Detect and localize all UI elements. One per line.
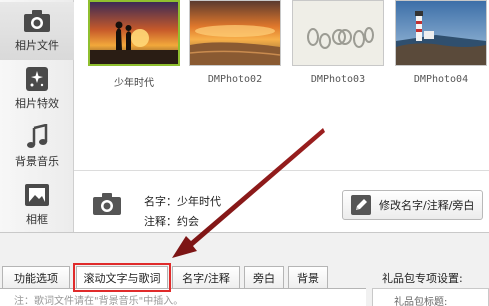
- rings-image: [293, 1, 383, 65]
- tab-name-note[interactable]: 名字/注释: [172, 266, 240, 288]
- tab-label: 功能选项: [14, 271, 58, 285]
- sidebar-item-label: 相片文件: [15, 39, 59, 52]
- pencil-icon: [351, 195, 371, 215]
- photo-item[interactable]: DMPhoto03: [292, 0, 384, 85]
- photo-thumbnail: [189, 0, 281, 66]
- lyrics-hint-text: 注：歌词文件请在"背景音乐"中插入。: [14, 296, 184, 306]
- tab-label: 旁白: [253, 271, 275, 285]
- photo-thumbnail: [88, 0, 180, 66]
- photo-name-line: 名字：少年时代: [144, 195, 221, 208]
- photo-item[interactable]: 少年时代: [88, 0, 180, 89]
- sidebar-item-background-music[interactable]: 背景音乐: [0, 118, 74, 176]
- tab-content-panel: 注：歌词文件请在"背景音乐"中插入。: [0, 288, 366, 306]
- tab-label: 背景: [297, 271, 319, 285]
- photo-name: DMPhoto04: [413, 74, 469, 85]
- tab-function-options[interactable]: 功能选项: [2, 266, 70, 288]
- photo-item[interactable]: DMPhoto04: [395, 0, 487, 85]
- photo-name: DMPhoto02: [207, 74, 263, 85]
- tab-narration[interactable]: 旁白: [244, 266, 284, 288]
- sidebar-item-photo-files[interactable]: 相片文件: [0, 2, 74, 60]
- sunset-silhouette-image: [90, 2, 178, 64]
- photo-thumbnail: [292, 0, 384, 66]
- sidebar-item-label: 相片特效: [15, 97, 59, 110]
- sidebar-item-label: 相框: [26, 213, 48, 226]
- edit-button-label: 修改名字/注释/旁白: [379, 199, 475, 212]
- tab-label: 名字/注释: [182, 271, 230, 285]
- photo-grid: 少年时代 DMPhoto02 DMPhoto03 DMPhoto04: [74, 0, 489, 110]
- photo-info-panel: 名字：少年时代 注释：约会 修改名字/注释/旁白: [74, 172, 489, 232]
- app-window: 相片文件 相片特效 背景音乐 相框 少年时代 DMPhoto02 DMPhoto…: [0, 0, 489, 306]
- edit-name-note-narration-button[interactable]: 修改名字/注释/旁白: [342, 190, 483, 220]
- sidebar-item-label: 背景音乐: [15, 155, 59, 168]
- sidebar-item-photo-frame[interactable]: 相框: [0, 176, 74, 234]
- photo-note-line: 注释：约会: [144, 215, 199, 228]
- photo-item[interactable]: DMPhoto02: [189, 0, 281, 85]
- camera-icon: [93, 193, 121, 215]
- lighthouse-image: [396, 1, 486, 65]
- tab-background[interactable]: 背景: [288, 266, 328, 288]
- gift-pack-settings-title: 礼品包专项设置:: [382, 272, 463, 285]
- photo-name: DMPhoto03: [310, 74, 366, 85]
- beach-sunset-image: [190, 1, 280, 65]
- sparkle-icon: [26, 67, 48, 91]
- gift-pack-title-label: 礼品包标题:: [394, 297, 448, 306]
- camera-icon: [24, 10, 50, 32]
- sidebar-item-photo-effects[interactable]: 相片特效: [0, 60, 74, 118]
- sidebar: 相片文件 相片特效 背景音乐 相框: [0, 0, 74, 232]
- picture-frame-icon: [25, 184, 49, 206]
- photo-thumbnail: [395, 0, 487, 66]
- divider: [74, 170, 489, 171]
- music-note-icon: [27, 124, 48, 148]
- tab-label: 滚动文字与歌词: [83, 271, 161, 285]
- photo-name: 少年时代: [114, 78, 154, 89]
- tab-scrolling-text-lyrics[interactable]: 滚动文字与歌词: [76, 266, 168, 288]
